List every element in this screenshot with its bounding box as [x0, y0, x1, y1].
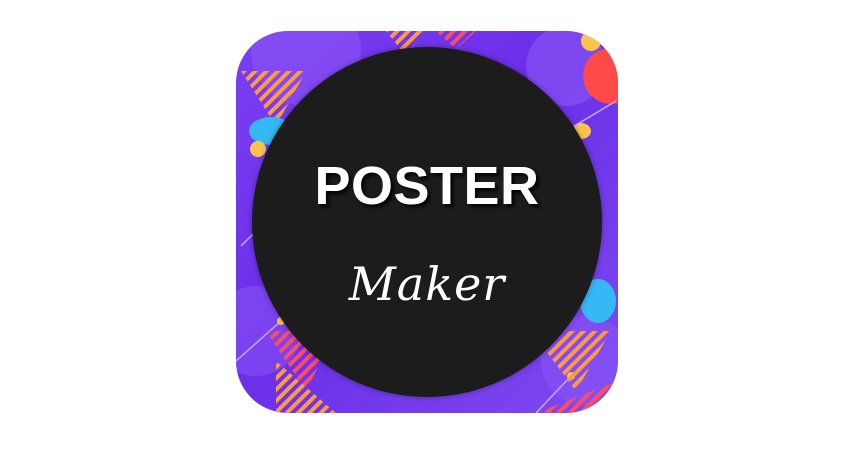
app-subtitle: Maker [348, 257, 506, 311]
app-title: POSTER [314, 156, 540, 216]
title-badge: POSTER Maker [252, 47, 602, 397]
app-icon[interactable]: POSTER Maker [236, 31, 618, 413]
